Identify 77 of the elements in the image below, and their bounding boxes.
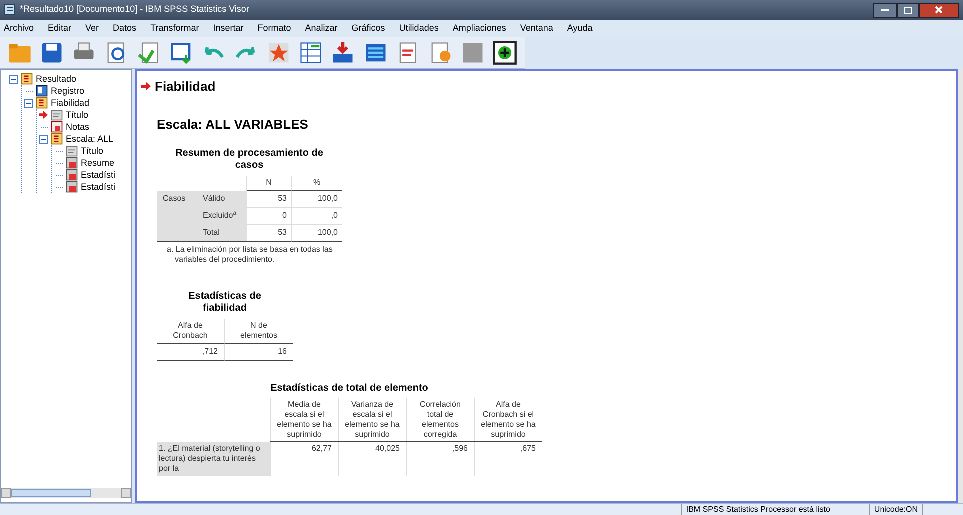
column-header: N — [247, 176, 292, 191]
status-text: Unicode:ON — [869, 504, 923, 515]
menu-item[interactable]: Ayuda — [567, 22, 593, 36]
status-text: IBM SPSS Statistics Processor está listo — [681, 504, 834, 515]
menu-item[interactable]: Analizar — [305, 22, 338, 36]
tree-item[interactable]: Escala: ALL — [66, 134, 114, 144]
menu-item[interactable]: Insertar — [213, 22, 244, 36]
table-cell: 53 — [247, 225, 292, 242]
table-cell: 62,77 — [270, 442, 338, 476]
column-header: Alfa de Cronbach si el elemento se ha suprimido — [474, 398, 542, 442]
menu-item[interactable]: Datos — [113, 22, 137, 36]
menu-item[interactable]: Archivo — [4, 22, 34, 36]
row-header: Válido — [202, 191, 247, 208]
horizontal-scrollbar[interactable] — [1, 488, 131, 498]
table-title: Resumen de procesamiento de casos — [174, 148, 324, 172]
collapse-toggle[interactable] — [39, 134, 48, 144]
menu-item[interactable]: Ver — [86, 22, 100, 36]
table-title: Estadísticas de fiabilidad — [188, 291, 262, 315]
table-cell: ,0 — [292, 208, 342, 225]
scale-heading: Escala: ALL VARIABLES — [157, 116, 310, 134]
tree-item[interactable]: Resume — [81, 158, 115, 168]
notes-icon — [50, 120, 64, 134]
table-cell: ,675 — [474, 442, 542, 476]
table-icon — [65, 168, 79, 182]
tree-item[interactable]: Estadísti — [81, 170, 116, 180]
table-footnote: a. La eliminación por lista se basa en todas las variables del procedimiento. — [166, 245, 334, 265]
table-cell: ,596 — [406, 442, 474, 476]
page-icon — [50, 108, 64, 122]
column-header: % — [292, 176, 342, 191]
table-cell: 100,0 — [292, 225, 342, 242]
close-icon — [935, 6, 943, 14]
menu-item[interactable]: Utilidades — [399, 22, 439, 36]
table-icon — [65, 180, 79, 194]
maximize-button[interactable] — [897, 2, 919, 18]
menu-item[interactable]: Editar — [48, 22, 72, 36]
menu-item[interactable]: Ventana — [520, 22, 554, 36]
menu-item[interactable]: Formato — [258, 22, 292, 36]
tree-item[interactable]: Estadísti — [81, 182, 116, 192]
tree-item[interactable]: Resultado — [36, 74, 77, 84]
row-header: 1. ¿El material (storytelling o lectura) despierta tu interés por la — [157, 442, 270, 476]
arrow-icon — [141, 82, 151, 92]
table-cell: 100,0 — [292, 191, 342, 208]
column-header: Media de escala si el elemento se ha suprimido — [270, 398, 338, 442]
app-icon — [4, 4, 16, 16]
table-cell: ,712 — [157, 344, 225, 361]
column-header: Correlación total de elementos corregida — [406, 398, 474, 442]
window-title: *Resultado10 [Documento10] - IBM SPSS Statistics Visor — [20, 3, 250, 16]
log-book-icon — [35, 96, 49, 110]
tree-item[interactable]: Título — [81, 146, 104, 156]
column-header: Varianza de escala si el elemento se ha suprimido — [338, 398, 406, 442]
minimize-button[interactable] — [873, 2, 897, 18]
table-cell: 53 — [247, 191, 292, 208]
menu-item[interactable]: Transformar — [150, 22, 200, 36]
collapse-toggle[interactable] — [9, 74, 18, 84]
section-heading: Fiabilidad — [155, 78, 216, 96]
table-icon — [65, 156, 79, 170]
table-title: Estadísticas de total de elemento — [270, 383, 430, 395]
menu-item[interactable]: Ampliaciones — [452, 22, 506, 36]
row-header: Casos — [157, 191, 202, 242]
log-book-icon — [20, 72, 34, 86]
tree-item[interactable]: Título — [66, 110, 89, 120]
collapse-toggle[interactable] — [24, 98, 33, 108]
menu-item[interactable]: Gráficos — [352, 22, 386, 36]
tree-item[interactable]: Fiabilidad — [51, 98, 90, 108]
row-header: Total — [202, 225, 247, 242]
table-cell: 0 — [247, 208, 292, 225]
table-cell: 16 — [225, 344, 293, 361]
log-book-icon — [50, 132, 64, 146]
column-header: Alfa de Cronbach — [157, 319, 225, 344]
tree-item[interactable]: Registro — [51, 86, 85, 96]
column-header: N de elementos — [225, 319, 293, 344]
book-icon — [35, 84, 49, 98]
page-icon — [65, 144, 79, 158]
tree-item[interactable]: Notas — [66, 122, 90, 132]
table-cell: 40,025 — [338, 442, 406, 476]
close-button[interactable] — [919, 2, 959, 18]
row-header: Excluido$^{a}$ — [202, 208, 247, 225]
